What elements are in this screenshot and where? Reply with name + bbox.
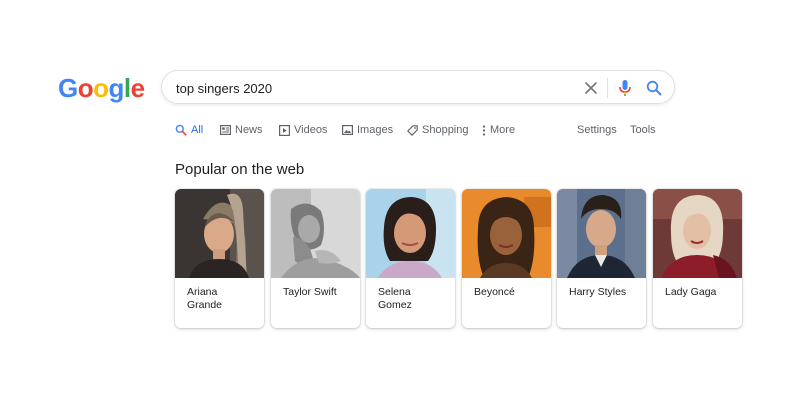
singer-card[interactable]: Beyoncé (462, 189, 551, 328)
singer-card[interactable]: Harry Styles (557, 189, 646, 328)
singer-name: Harry Styles (569, 286, 641, 299)
logo-letter: o (93, 73, 109, 103)
singer-card[interactable]: Lady Gaga (653, 189, 742, 328)
tab-label: News (235, 124, 263, 136)
singer-photo (175, 189, 264, 278)
name-line: Harry Styles (569, 286, 627, 298)
singer-card[interactable]: Selena Gomez (366, 189, 455, 328)
mic-icon (619, 80, 631, 96)
clear-search-button[interactable] (580, 77, 602, 99)
search-input[interactable] (176, 78, 556, 98)
more-vert-icon (482, 124, 486, 136)
tab-images[interactable]: Images (342, 123, 393, 137)
tab-all[interactable]: All (175, 123, 203, 137)
search-bar (161, 70, 675, 104)
name-line: Ariana (187, 286, 218, 298)
voice-search-button[interactable] (614, 77, 636, 99)
tab-label: All (191, 124, 204, 136)
singer-name: Ariana Grande (187, 286, 259, 312)
name-line: Lady Gaga (665, 286, 717, 298)
tab-shopping[interactable]: Shopping (407, 123, 469, 137)
logo-letter: o (77, 73, 94, 103)
google-logo[interactable]: Google (58, 72, 145, 104)
singer-name: Lady Gaga (665, 286, 737, 299)
tab-label: Videos (294, 124, 328, 136)
tab-label: More (490, 124, 516, 136)
news-icon (220, 125, 231, 135)
tab-label: Tools (630, 124, 656, 136)
singer-photo (557, 189, 646, 278)
logo-letter: l (123, 73, 131, 103)
name-line: Grande (187, 299, 223, 311)
name-line: Beyoncé (474, 286, 515, 298)
tab-settings[interactable]: Settings (577, 123, 617, 137)
singer-photo (653, 189, 742, 278)
tab-label: Settings (577, 124, 617, 136)
search-icon (175, 124, 187, 136)
tab-news[interactable]: News (220, 123, 263, 137)
tab-tools[interactable]: Tools (630, 123, 656, 137)
tab-videos[interactable]: Videos (279, 123, 327, 137)
singer-name: Beyoncé (474, 286, 546, 299)
logo-letter: g (108, 73, 125, 103)
search-divider (607, 78, 608, 98)
logo-letter: e (130, 73, 145, 103)
singer-name: Selena Gomez (378, 286, 450, 312)
tab-more[interactable]: More (482, 123, 515, 137)
singer-photo (271, 189, 360, 278)
singer-photo (366, 189, 455, 278)
tab-label: Shopping (422, 124, 469, 136)
video-icon (279, 124, 290, 136)
singer-name: Taylor Swift (283, 286, 355, 299)
search-submit-button[interactable] (643, 77, 665, 99)
search-icon (646, 80, 662, 96)
name-line: Gomez (378, 299, 412, 311)
close-icon (585, 82, 597, 94)
singer-card[interactable]: Ariana Grande (175, 189, 264, 328)
image-icon (342, 125, 353, 135)
section-title: Popular on the web (175, 161, 305, 178)
singer-photo (462, 189, 551, 278)
tab-label: Images (357, 124, 394, 136)
name-line: Taylor Swift (283, 286, 337, 298)
name-line: Selena (378, 286, 411, 298)
logo-letter: G (58, 73, 78, 103)
singer-card[interactable]: Taylor Swift (271, 189, 360, 328)
tag-icon (407, 124, 418, 136)
